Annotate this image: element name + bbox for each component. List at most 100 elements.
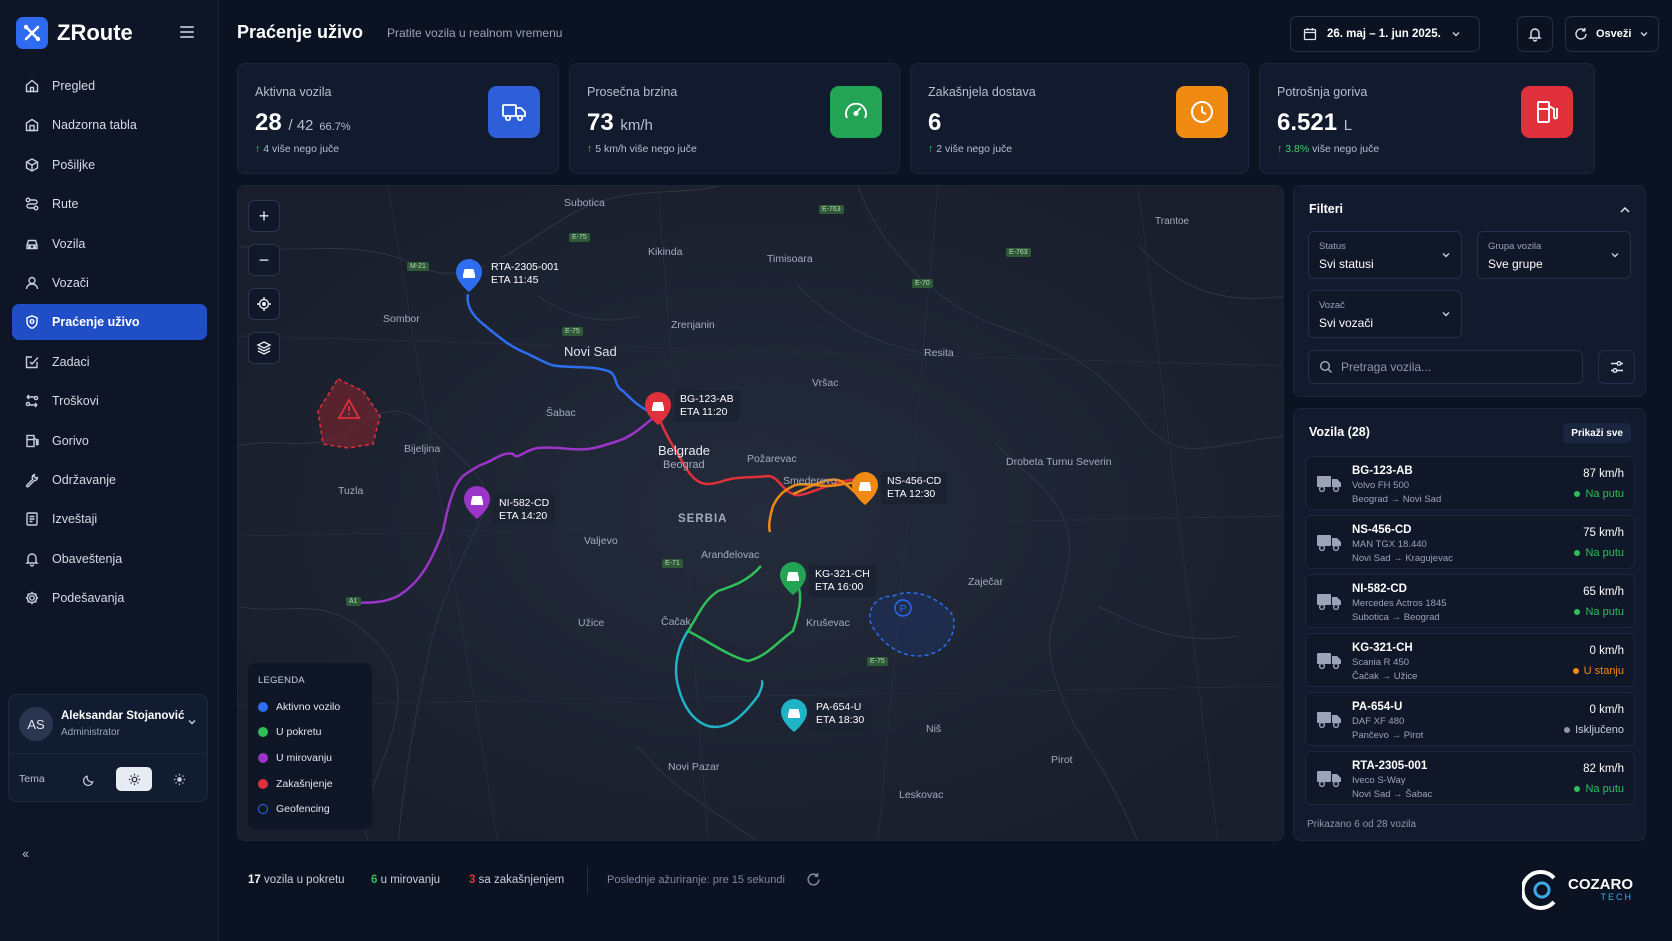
brand[interactable]: ZRoute [16, 17, 133, 49]
vehicle-marker-ns-456-cd[interactable] [851, 471, 879, 510]
sidebar-item-troskovi[interactable]: Troškovi [12, 383, 207, 419]
status-text: Na putu [1585, 547, 1624, 559]
search-input[interactable] [1341, 360, 1581, 374]
layers-button[interactable] [248, 332, 280, 364]
chevron-down-icon [1442, 312, 1450, 317]
status-dot [1574, 786, 1581, 792]
select-label: Grupa vozila [1488, 241, 1542, 252]
vehicle-marker-ni-582-cd[interactable] [463, 485, 491, 524]
theme-dark-button[interactable] [71, 767, 107, 791]
vehicle-status: Na putu [1574, 547, 1624, 559]
vehicle-speed: 75 km/h [1583, 527, 1624, 539]
sidebar-item-podesavanja[interactable]: Podešavanja [12, 580, 207, 616]
shown-count: Prikazano 6 od 28 vozila [1307, 819, 1416, 830]
vehicle-marker-rta-2305-001[interactable] [455, 258, 483, 297]
home-icon [25, 79, 39, 93]
map-canvas[interactable] [238, 186, 1284, 841]
chevron-down-icon[interactable] [187, 717, 197, 727]
refresh-button[interactable]: Osveži [1565, 16, 1659, 52]
sidebar-item-vozila[interactable]: Vozila [12, 226, 207, 262]
map-pin-icon [456, 259, 482, 292]
moon-icon [82, 774, 94, 786]
arrow-up-icon: ↑ [1277, 143, 1283, 155]
vehicle-row[interactable]: KG-321-CH Scania R 450 Čačak → Užice 0 k… [1305, 633, 1635, 687]
sidebar-item-label: Održavanje [52, 472, 116, 487]
arrow-up-icon: ↑ [928, 143, 934, 155]
vehicle-row[interactable]: RTA-2305-001 Iveco S-Way Novi Sad → Šaba… [1305, 751, 1635, 805]
vehicle-marker-pa-654-u[interactable] [780, 698, 808, 737]
vehicle-model: MAN TGX 18.440 [1352, 539, 1427, 550]
notifications-button[interactable] [1517, 16, 1553, 52]
vehicle-marker-kg-321-ch[interactable] [779, 561, 807, 600]
status-dot [1574, 491, 1581, 497]
sidebar-item-zadaci[interactable]: Zadaci [12, 344, 207, 380]
sidebar-item-izvestaji[interactable]: Izveštaji [12, 501, 207, 537]
collapse-sidebar-icon[interactable]: ‹‹ [22, 845, 29, 861]
cozaro-branding: COZARO TECH [1522, 868, 1633, 912]
stat-secondary: / 42 [288, 117, 314, 134]
sidebar-item-label: Nadzorna tabla [52, 118, 137, 133]
vehicle-route: Novi Sad → Šabac [1352, 789, 1433, 800]
sidebar-item-odrzavanje[interactable]: Održavanje [12, 462, 207, 498]
sidebar-item-nadzorna-tabla[interactable]: Nadzorna tabla [12, 107, 207, 143]
sidebar-item-gorivo[interactable]: Gorivo [12, 423, 207, 459]
advanced-filters-button[interactable] [1598, 350, 1635, 384]
vehicle-row[interactable]: BG-123-AB Volvo FH 500 Beograd → Novi Sa… [1305, 456, 1635, 510]
stat-trend: ↑ 4 više nego juče [255, 143, 339, 155]
road-shield: A1 [346, 597, 361, 606]
footer-idle: 6 u mirovanju [371, 874, 440, 886]
driver-select[interactable]: Vozač Svi vozači [1308, 290, 1462, 338]
vehicle-row[interactable]: PA-654-U DAF XF 480 Pančevo → Pirot 0 km… [1305, 692, 1635, 746]
menu-toggle-icon[interactable] [180, 26, 194, 38]
truck-icon [1317, 476, 1341, 493]
legend-item: Zakašnjenje [258, 771, 362, 797]
marker-label: NI-582-CD ETA 14:20 [493, 494, 556, 526]
locate-button[interactable] [248, 288, 280, 320]
marker-eta: ETA 11:45 [491, 274, 539, 286]
expenses-icon [25, 394, 39, 408]
legend-label: U mirovanju [276, 751, 333, 764]
vehicle-id: NS-456-CD [1352, 524, 1412, 536]
sidebar-item-obavestenja[interactable]: Obaveštenja [12, 541, 207, 577]
sidebar-item-vozaci[interactable]: Vozači [12, 265, 207, 301]
chevron-up-icon[interactable] [1619, 204, 1631, 216]
legend-item: U pokretu [258, 720, 362, 746]
sidebar-item-rute[interactable]: Rute [12, 186, 207, 222]
route-icon [25, 197, 39, 211]
vehicle-model: Mercedes Actros 1845 [1352, 598, 1447, 609]
country-label: SERBIA [678, 513, 728, 525]
stat-number: 6.521 [1277, 109, 1338, 136]
date-range-picker[interactable]: 26. maj – 1. jun 2025. [1290, 16, 1480, 52]
dashboard-icon [25, 119, 39, 132]
vehicle-group-select[interactable]: Grupa vozila Sve grupe [1477, 231, 1631, 279]
marker-id: KG-321-CH [815, 568, 870, 580]
vehicle-row[interactable]: NI-582-CD Mercedes Actros 1845 Subotica … [1305, 574, 1635, 628]
bell-icon [25, 553, 39, 567]
page-subtitle: Pratite vozila u realnom vremenu [387, 26, 563, 40]
vehicle-speed: 0 km/h [1589, 645, 1624, 657]
sidebar-item-posiljke[interactable]: Pošiljke [12, 147, 207, 183]
sidebar-item-pracenje-uzivo[interactable]: Praćenje uživo [12, 304, 207, 341]
marker-eta: ETA 11:20 [680, 406, 728, 418]
avatar[interactable]: AS [19, 707, 53, 741]
vehicle-row[interactable]: NS-456-CD MAN TGX 18.440 Novi Sad → Krag… [1305, 515, 1635, 569]
zroute-logo-icon [16, 17, 48, 49]
wrench-icon [25, 473, 39, 488]
zoom-out-button[interactable]: − [248, 244, 280, 276]
show-all-button[interactable]: Prikaži sve [1563, 423, 1631, 443]
live-map[interactable]: P Subotica Kikinda Timisoara Trantoe Som… [237, 185, 1284, 841]
city-label: Drobeta Turnu Severin [1006, 456, 1112, 468]
vehicle-marker-bg-123-ab[interactable] [644, 391, 672, 430]
sidebar-item-label: Vozači [52, 275, 89, 290]
theme-auto-button[interactable] [116, 767, 152, 791]
fuel-pump-icon [1521, 86, 1573, 138]
location-shield-icon [26, 315, 38, 330]
vehicle-speed: 82 km/h [1583, 763, 1624, 775]
refresh-icon[interactable] [806, 872, 821, 887]
legend-dot [258, 701, 268, 712]
zoom-in-button[interactable]: + [248, 200, 280, 232]
sidebar-item-pregled[interactable]: Pregled [12, 68, 207, 104]
status-select[interactable]: Status Svi statusi [1308, 231, 1462, 279]
theme-light-button[interactable] [161, 767, 197, 791]
filters-panel: Filteri Status Svi statusi Grupa vozila … [1293, 185, 1646, 397]
